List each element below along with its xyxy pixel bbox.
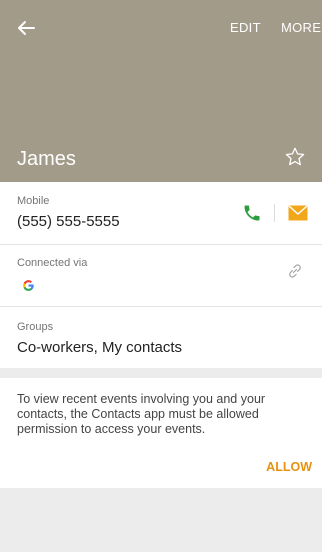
section-gap [0, 368, 322, 378]
contact-name: James [17, 148, 76, 170]
contact-header: EDIT MORE James [0, 0, 322, 182]
groups-label: Groups [17, 321, 54, 333]
events-permission-message: To view recent events involving you and … [17, 392, 266, 436]
envelope-icon[interactable] [288, 205, 308, 221]
connected-via-label: Connected via [17, 257, 88, 269]
action-separator [274, 204, 275, 222]
favorite-star-icon[interactable] [284, 146, 306, 168]
contact-details-card: Mobile (555) 555-5555 Connected via Grou… [0, 182, 322, 368]
more-button[interactable]: MORE [281, 20, 321, 35]
mobile-label: Mobile [17, 195, 50, 207]
back-arrow-icon[interactable] [14, 16, 38, 40]
groups-value: Co-workers, My contacts [17, 339, 183, 356]
groups-row[interactable]: Groups Co-workers, My contacts [0, 307, 322, 368]
google-g-icon [22, 279, 35, 295]
edit-button[interactable]: EDIT [230, 20, 261, 35]
allow-button[interactable]: ALLOW [266, 460, 312, 474]
link-icon[interactable] [286, 262, 304, 280]
mobile-number: (555) 555-5555 [17, 213, 120, 230]
phone-icon[interactable] [242, 203, 262, 223]
events-permission-card: To view recent events involving you and … [0, 378, 322, 488]
connected-via-row: Connected via [0, 245, 322, 306]
mobile-row[interactable]: Mobile (555) 555-5555 [0, 182, 322, 244]
